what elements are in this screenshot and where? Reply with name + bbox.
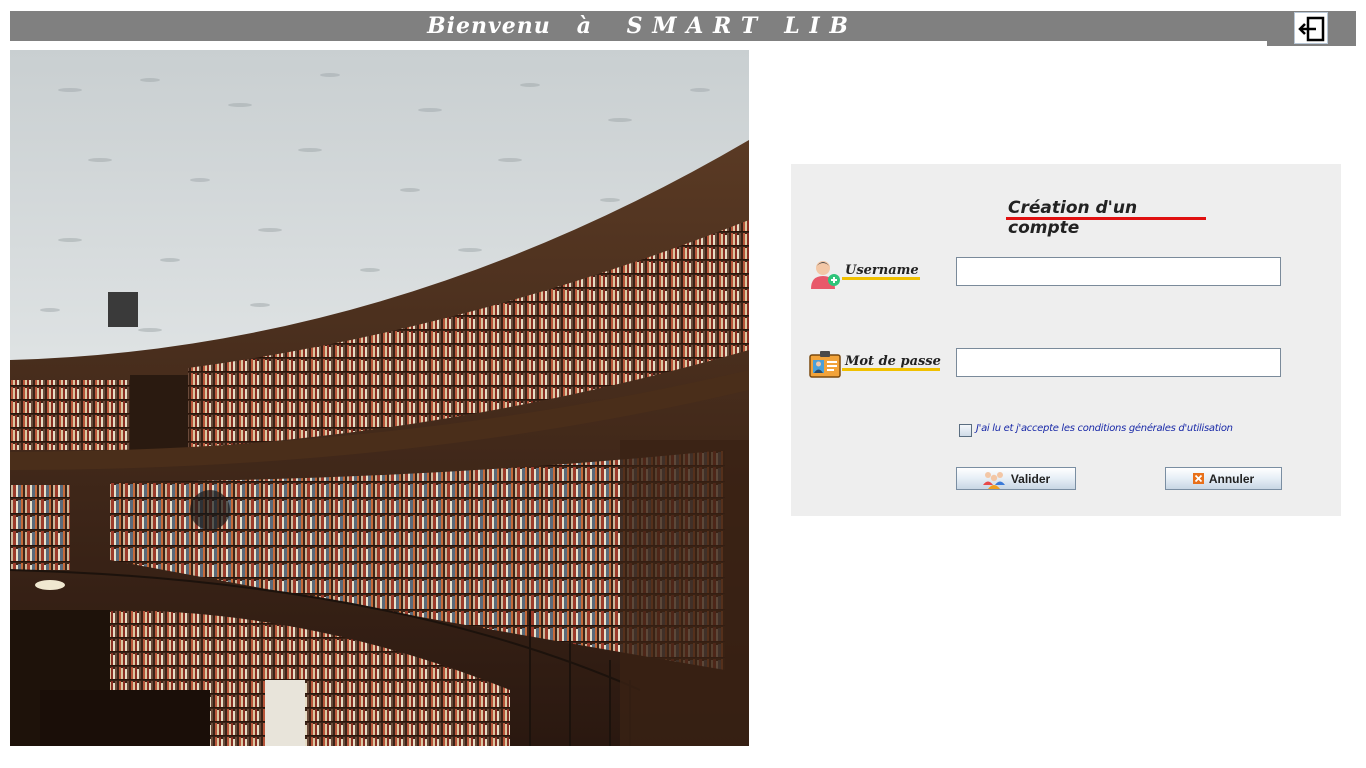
password-underline (842, 368, 940, 371)
username-underline (842, 277, 920, 280)
user-add-icon (809, 257, 841, 289)
username-label: Username (845, 263, 919, 278)
exit-icon (1298, 16, 1325, 42)
password-label: Mot de passe (845, 354, 941, 369)
title-underline (1006, 217, 1206, 220)
password-input[interactable] (956, 348, 1281, 377)
annuler-button[interactable]: Annuler (1165, 467, 1282, 490)
cancel-icon (1192, 473, 1204, 484)
exit-button[interactable] (1294, 12, 1328, 44)
valider-label: Valider (1010, 471, 1051, 486)
app-title: Bienvenu à S M A R T L I B (427, 13, 849, 39)
terms-label[interactable]: J'ai lu et j'accepte les conditions géné… (976, 423, 1233, 434)
username-input[interactable] (956, 257, 1281, 286)
id-card-icon (809, 349, 841, 381)
library-photo (10, 50, 749, 746)
valider-button[interactable]: Valider (956, 467, 1076, 490)
annuler-label: Annuler (1208, 471, 1255, 486)
account-creation-panel: Création d'un compte Username Mot de pas… (791, 164, 1341, 516)
users-icon (982, 471, 1005, 489)
title-bar: Bienvenu à S M A R T L I B (10, 11, 1356, 41)
terms-checkbox[interactable] (959, 424, 972, 437)
